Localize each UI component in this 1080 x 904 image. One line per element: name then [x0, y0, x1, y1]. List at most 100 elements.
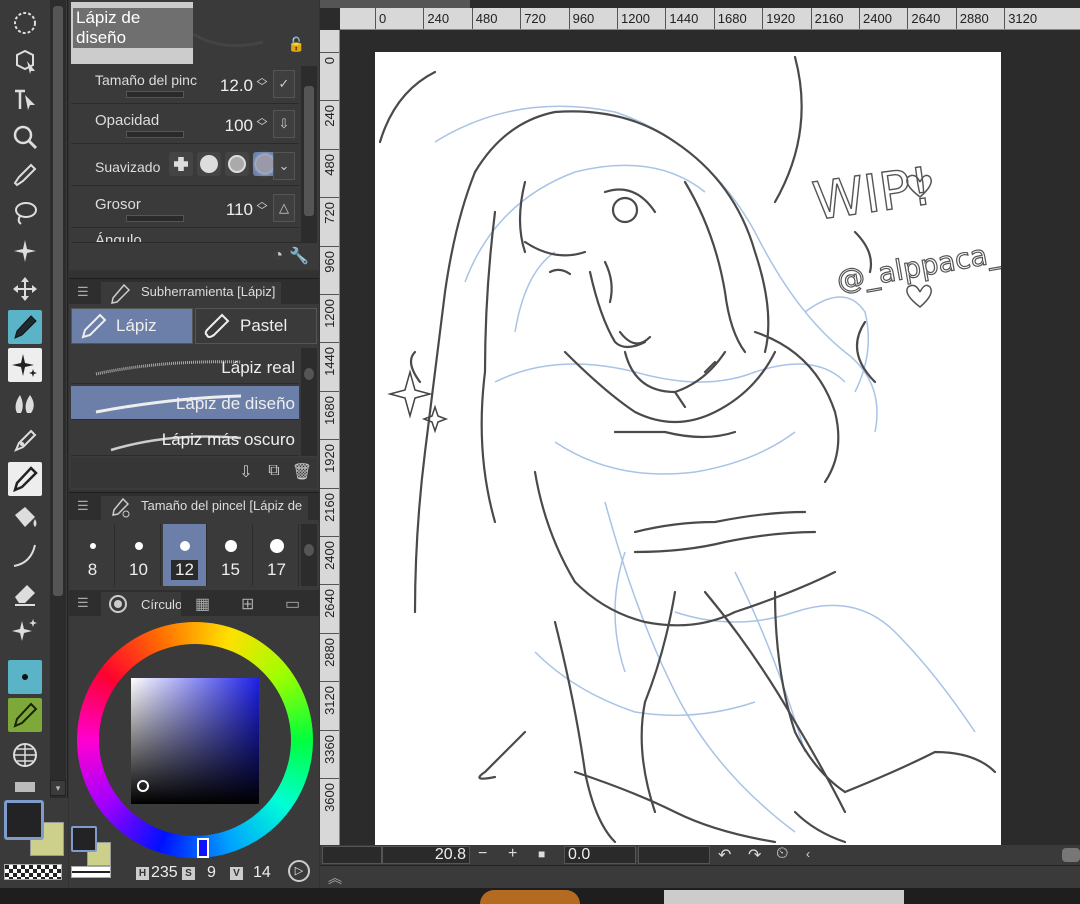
auto-select-icon[interactable]	[8, 234, 42, 268]
trash-icon[interactable]: 🗑	[291, 462, 313, 484]
color-slider-tab-icon[interactable]: ▦	[195, 594, 210, 614]
import-icon[interactable]: ⇩	[235, 462, 257, 484]
brush-size-value[interactable]: 12.0	[220, 76, 253, 96]
saturation-value-square[interactable]	[131, 678, 259, 804]
brush-size-tab[interactable]: Tamaño del pincel [Lápiz de	[101, 496, 309, 521]
taskbar-window[interactable]	[664, 890, 904, 904]
pastel-group-icon	[204, 313, 230, 338]
props-scrollbar[interactable]	[301, 66, 317, 242]
grid-icon[interactable]	[8, 738, 42, 772]
menu-icon[interactable]: ☰	[77, 595, 89, 611]
subtool-tab[interactable]: Subherramienta [Lápiz]	[101, 282, 282, 305]
ruler-left-label: 720	[322, 202, 337, 224]
chevron-up-icon[interactable]: ︽	[328, 868, 342, 888]
antialias-medium-icon[interactable]	[225, 152, 249, 176]
density-spinner[interactable]: ︿ ﹀	[255, 197, 269, 217]
antialias-weak-icon[interactable]	[197, 152, 221, 176]
reset-rotation-icon[interactable]: ⏲	[776, 845, 788, 863]
pencil-icon[interactable]	[8, 462, 42, 496]
sparkle-icon[interactable]	[8, 614, 42, 648]
taskbar-thumbnail[interactable]	[480, 890, 580, 904]
size-option-15[interactable]: 15	[209, 524, 253, 586]
chevron-down-icon[interactable]: ⌄	[273, 152, 295, 180]
opacity-slider[interactable]	[126, 131, 184, 138]
color-history-tab-icon[interactable]: ▭	[285, 594, 300, 614]
canvas-tab[interactable]	[320, 0, 470, 8]
group-pencil-button[interactable]: Lápiz	[71, 308, 193, 344]
brush-size-scrollbar[interactable]	[301, 524, 317, 586]
color-wheel-tab[interactable]: Círculo	[101, 592, 181, 616]
zoom-in-icon[interactable]: +	[508, 845, 517, 863]
drawing-canvas[interactable]: WIP! @_alppaca_	[375, 52, 1001, 846]
clip-studio-window: ▾ Lápiz de diseño 🔓 Tamaño del pinc 12.0…	[0, 0, 1080, 904]
rotate-right-icon[interactable]: ↷	[748, 845, 761, 865]
nav-field[interactable]	[322, 846, 382, 864]
zoom-out-icon[interactable]: −	[478, 845, 487, 863]
settings-dial-icon[interactable]: ◔	[273, 247, 283, 265]
ruler-top-label: 2880	[959, 11, 989, 26]
antialiasing-options[interactable]	[169, 152, 277, 176]
toolbar-scroll-down-icon[interactable]: ▾	[50, 780, 66, 796]
gradient-icon[interactable]	[8, 776, 42, 796]
eraser-icon[interactable]	[8, 576, 42, 610]
size-option-10[interactable]: 10	[117, 524, 161, 586]
eyedropper-icon[interactable]	[8, 158, 42, 192]
nav-field-2[interactable]	[638, 846, 710, 864]
ruler-left: 0 240 480 720 960 1200 1440 1680 1920 2160 2400 264…	[320, 30, 340, 846]
hue-handle[interactable]	[197, 838, 209, 858]
subtool-header-label: Subherramienta [Lápiz]	[141, 284, 276, 299]
fill-icon[interactable]	[8, 500, 42, 534]
color-picker-cursor[interactable]	[137, 780, 149, 792]
menu-icon[interactable]: ☰	[77, 498, 89, 514]
select-rotate-icon[interactable]	[8, 6, 42, 40]
density-value[interactable]: 110	[226, 200, 253, 220]
move-icon[interactable]	[8, 272, 42, 306]
size-option-12[interactable]: 12	[163, 524, 207, 586]
ruler-left-tick: 240	[320, 100, 339, 148]
operation-icon[interactable]	[8, 82, 42, 116]
color-set-tab-icon[interactable]: ⊞	[241, 594, 254, 614]
pressure-icon[interactable]: ✓	[273, 70, 295, 98]
play-icon[interactable]: ▷	[288, 860, 310, 882]
main-color-chip[interactable]	[4, 800, 44, 840]
duplicate-icon[interactable]: ⧉	[263, 462, 285, 484]
brush-item-real-pencil[interactable]: Lápiz real	[71, 350, 299, 384]
menu-icon[interactable]: ☰	[77, 284, 89, 300]
lasso-icon[interactable]	[8, 196, 42, 230]
decoration-sparkle-icon[interactable]	[8, 348, 42, 382]
brush-item-design-pencil[interactable]: Lápiz de diseño	[71, 386, 299, 420]
blend-icon[interactable]	[8, 386, 42, 420]
group-pastel-button[interactable]: Pastel	[195, 308, 317, 344]
fit-icon[interactable]: ■	[538, 847, 545, 861]
chevron-left-icon[interactable]: ‹	[806, 847, 810, 861]
size-option-17[interactable]: 17	[255, 524, 299, 586]
antialias-none-icon[interactable]	[169, 152, 193, 176]
transparent-color-chip[interactable]	[4, 864, 62, 880]
dot-pen-icon[interactable]	[8, 660, 42, 694]
opacity-spinner[interactable]: ︿ ﹀	[255, 113, 269, 133]
brush-size-slider[interactable]	[126, 91, 184, 98]
zoom-icon[interactable]	[8, 120, 42, 154]
ruler-left-tick: 1440	[320, 342, 339, 390]
opacity-value[interactable]: 100	[225, 116, 253, 136]
green-pen-icon[interactable]	[8, 698, 42, 732]
angle-field[interactable]: 0.0	[564, 846, 636, 864]
toolbar-scrollbar[interactable]	[50, 0, 66, 798]
triangle-icon[interactable]: △	[273, 194, 295, 222]
brush-size-spinner[interactable]: ︿ ﹀	[255, 73, 269, 93]
main-color-mini[interactable]	[71, 826, 97, 852]
download-icon[interactable]: ⇩	[273, 110, 295, 138]
lock-icon[interactable]: 🔓	[288, 36, 305, 53]
zoom-field[interactable]: 20.8	[382, 846, 470, 864]
pen-icon[interactable]	[8, 310, 42, 344]
horizontal-scroll-thumb[interactable]	[1062, 848, 1080, 862]
density-slider[interactable]	[126, 215, 184, 222]
subtool-scrollbar[interactable]	[301, 348, 317, 456]
vector-pen-icon[interactable]	[8, 424, 42, 458]
size-option-8[interactable]: 8	[71, 524, 115, 586]
object-icon[interactable]	[8, 44, 42, 78]
brush-item-darker-pencil[interactable]: Lápiz más oscuro	[71, 422, 299, 456]
rotate-left-icon[interactable]: ↶	[718, 845, 731, 865]
wrench-icon[interactable]: 🔧	[289, 246, 309, 266]
curve-icon[interactable]	[8, 538, 42, 572]
